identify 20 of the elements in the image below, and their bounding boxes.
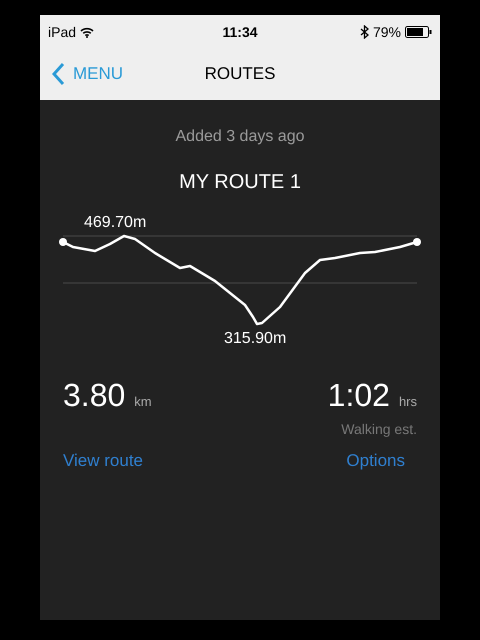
route-name: MY ROUTE 1	[179, 170, 301, 195]
max-elevation: 469.70m	[84, 213, 146, 233]
battery-percent: 79%	[372, 22, 402, 42]
view-route-link[interactable]: View route	[63, 448, 156, 474]
duration-value: 1:02	[328, 376, 390, 415]
bluetooth-icon	[360, 25, 369, 39]
wifi-icon	[80, 26, 94, 38]
device-name: iPad	[48, 22, 76, 42]
min-elevation: 315.90m	[224, 329, 286, 349]
distance-value: 3.80	[63, 376, 126, 415]
duration-unit: hrs	[398, 393, 417, 411]
back-button[interactable]: MENU	[52, 61, 124, 86]
battery-icon	[405, 26, 432, 38]
options-link[interactable]: Options	[346, 448, 417, 474]
duration-note: Walking est.	[341, 420, 417, 439]
clock: 11:34	[222, 22, 258, 42]
chevron-left-icon	[52, 62, 65, 86]
added-date: Added 3 days ago	[176, 127, 304, 147]
distance-unit: km	[134, 393, 152, 411]
screen-title: ROUTES	[204, 62, 276, 85]
